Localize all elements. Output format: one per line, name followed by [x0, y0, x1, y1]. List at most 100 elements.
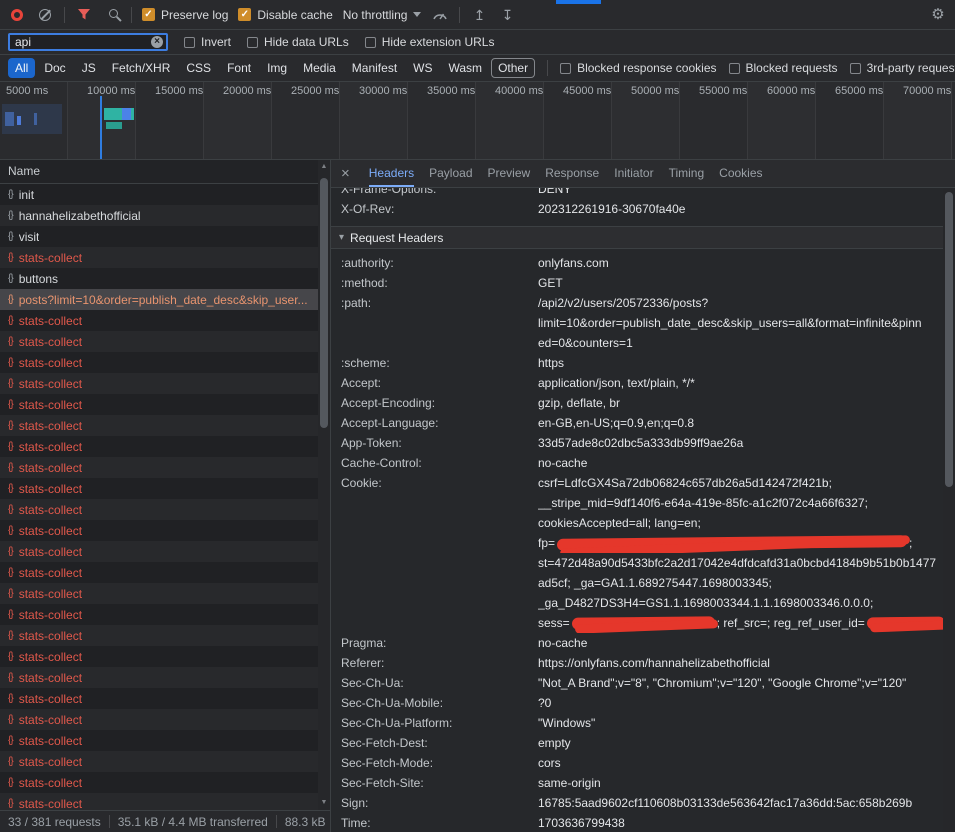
filter-input[interactable] — [15, 35, 151, 49]
request-name: stats-collect — [19, 461, 82, 475]
type-filter-other[interactable]: Other — [491, 58, 535, 78]
preserve-log-checkbox[interactable]: ✓ Preserve log — [142, 8, 228, 22]
request-row[interactable]: {}visit — [0, 226, 318, 247]
request-row[interactable]: {}stats-collect — [0, 646, 318, 667]
network-conditions-button[interactable] — [431, 6, 449, 24]
search-icon[interactable] — [103, 6, 121, 24]
request-row[interactable]: {}stats-collect — [0, 583, 318, 604]
header-value-text: 16785:5aad9602cf110608b03133de563642fac1… — [538, 796, 912, 810]
header-name: Accept-Encoding: — [341, 393, 538, 413]
hide-data-urls-checkbox[interactable]: Hide data URLs — [247, 35, 349, 49]
header-value-text: 202312261916-30670fa40e — [538, 202, 685, 216]
request-row[interactable]: {}init — [0, 184, 318, 205]
type-filter-media[interactable]: Media — [296, 58, 343, 78]
checkbox-unchecked-icon — [184, 37, 195, 48]
throttling-dropdown[interactable]: No throttling — [343, 8, 422, 22]
scroll-down-icon[interactable]: ▼ — [318, 797, 330, 809]
type-filter-font[interactable]: Font — [220, 58, 258, 78]
script-icon: {} — [8, 252, 13, 263]
invert-checkbox[interactable]: Invert — [184, 35, 231, 49]
tab-response[interactable]: Response — [545, 160, 599, 187]
type-filter-doc[interactable]: Doc — [37, 58, 72, 78]
clear-network-log-button[interactable] — [36, 6, 54, 24]
filter-input-box: × — [8, 33, 168, 51]
type-filter-manifest[interactable]: Manifest — [345, 58, 404, 78]
type-filter-ws[interactable]: WS — [406, 58, 439, 78]
request-row[interactable]: {}stats-collect — [0, 394, 318, 415]
request-row[interactable]: {}stats-collect — [0, 625, 318, 646]
request-row[interactable]: {}stats-collect — [0, 688, 318, 709]
request-row[interactable]: {}buttons — [0, 268, 318, 289]
tab-payload[interactable]: Payload — [429, 160, 472, 187]
request-row[interactable]: {}stats-collect — [0, 793, 318, 810]
type-filter-all[interactable]: All — [8, 58, 35, 78]
header-value-line: ed=0&counters=1 — [538, 333, 943, 353]
disable-cache-checkbox[interactable]: ✓ Disable cache — [238, 8, 332, 22]
request-row[interactable]: {}stats-collect — [0, 247, 318, 268]
scrollbar-thumb[interactable] — [945, 192, 953, 487]
request-row[interactable]: {}posts?limit=10&order=publish_date_desc… — [0, 289, 318, 310]
header-value: 202312261916-30670fa40e — [538, 199, 943, 219]
type-filter-css[interactable]: CSS — [179, 58, 218, 78]
blocked-response-cookies-checkbox[interactable]: Blocked response cookies — [560, 61, 716, 75]
close-icon[interactable]: × — [341, 166, 350, 181]
request-row[interactable]: {}stats-collect — [0, 751, 318, 772]
header-name: Accept-Language: — [341, 413, 538, 433]
export-har-icon[interactable]: ↧ — [498, 6, 516, 24]
requests-scrollbar[interactable]: ▲ ▼ — [318, 160, 330, 810]
type-filter-js[interactable]: JS — [75, 58, 103, 78]
request-row[interactable]: {}stats-collect — [0, 499, 318, 520]
request-row[interactable]: {}hannahelizabethofficial — [0, 205, 318, 226]
header-value-text: 1703636799438 — [538, 816, 625, 830]
tab-timing[interactable]: Timing — [669, 160, 705, 187]
request-row[interactable]: {}stats-collect — [0, 520, 318, 541]
import-har-icon[interactable]: ↥ — [470, 6, 488, 24]
timeline-label: 5000 ms — [6, 85, 48, 97]
request-row[interactable]: {}stats-collect — [0, 604, 318, 625]
request-row[interactable]: {}stats-collect — [0, 415, 318, 436]
tab-cookies[interactable]: Cookies — [719, 160, 762, 187]
header-row: :path:/api2/v2/users/20572336/posts?limi… — [331, 293, 943, 353]
request-row[interactable]: {}stats-collect — [0, 373, 318, 394]
request-row[interactable]: {}stats-collect — [0, 772, 318, 793]
script-icon: {} — [8, 609, 13, 620]
request-headers-section-toggle[interactable]: ▾ Request Headers — [331, 226, 943, 249]
header-value: "Windows" — [538, 713, 943, 733]
request-row[interactable]: {}stats-collect — [0, 478, 318, 499]
request-row[interactable]: {}stats-collect — [0, 541, 318, 562]
type-filter-img[interactable]: Img — [260, 58, 294, 78]
tab-preview[interactable]: Preview — [488, 160, 531, 187]
request-row[interactable]: {}stats-collect — [0, 352, 318, 373]
hide-extension-urls-checkbox[interactable]: Hide extension URLs — [365, 35, 495, 49]
request-row[interactable]: {}stats-collect — [0, 457, 318, 478]
settings-button[interactable]: ⚙ — [929, 6, 947, 24]
tab-headers[interactable]: Headers — [369, 160, 414, 187]
scroll-up-icon[interactable]: ▲ — [318, 161, 330, 173]
blocked-requests-checkbox[interactable]: Blocked requests — [729, 61, 838, 75]
third-party-requests-checkbox[interactable]: 3rd-party requests — [850, 61, 955, 75]
timeline-label: 50000 ms — [631, 85, 679, 97]
request-row[interactable]: {}stats-collect — [0, 667, 318, 688]
header-value-line: ?0 — [538, 693, 943, 713]
request-row[interactable]: {}stats-collect — [0, 730, 318, 751]
request-row[interactable]: {}stats-collect — [0, 562, 318, 583]
scrollbar-thumb[interactable] — [320, 178, 328, 428]
request-row[interactable]: {}stats-collect — [0, 709, 318, 730]
details-scrollbar[interactable] — [943, 188, 955, 832]
timeline-overview[interactable]: 5000 ms10000 ms15000 ms20000 ms25000 ms3… — [0, 82, 955, 160]
header-value-text: onlyfans.com — [538, 256, 609, 270]
type-filter-wasm[interactable]: Wasm — [442, 58, 490, 78]
clear-filter-icon[interactable]: × — [151, 36, 163, 48]
tab-initiator[interactable]: Initiator — [614, 160, 653, 187]
request-row[interactable]: {}stats-collect — [0, 310, 318, 331]
request-row[interactable]: {}stats-collect — [0, 436, 318, 457]
request-row[interactable]: {}stats-collect — [0, 331, 318, 352]
filter-icon[interactable] — [75, 6, 93, 24]
type-filter-fetch-xhr[interactable]: Fetch/XHR — [105, 58, 178, 78]
header-value-line: no-cache — [538, 633, 943, 653]
transferred-size: 35.1 kB / 4.4 MB transferred — [118, 815, 268, 829]
script-icon: {} — [8, 588, 13, 599]
script-icon: {} — [8, 714, 13, 725]
record-button[interactable] — [8, 6, 26, 24]
name-column-header[interactable]: Name — [0, 160, 330, 184]
